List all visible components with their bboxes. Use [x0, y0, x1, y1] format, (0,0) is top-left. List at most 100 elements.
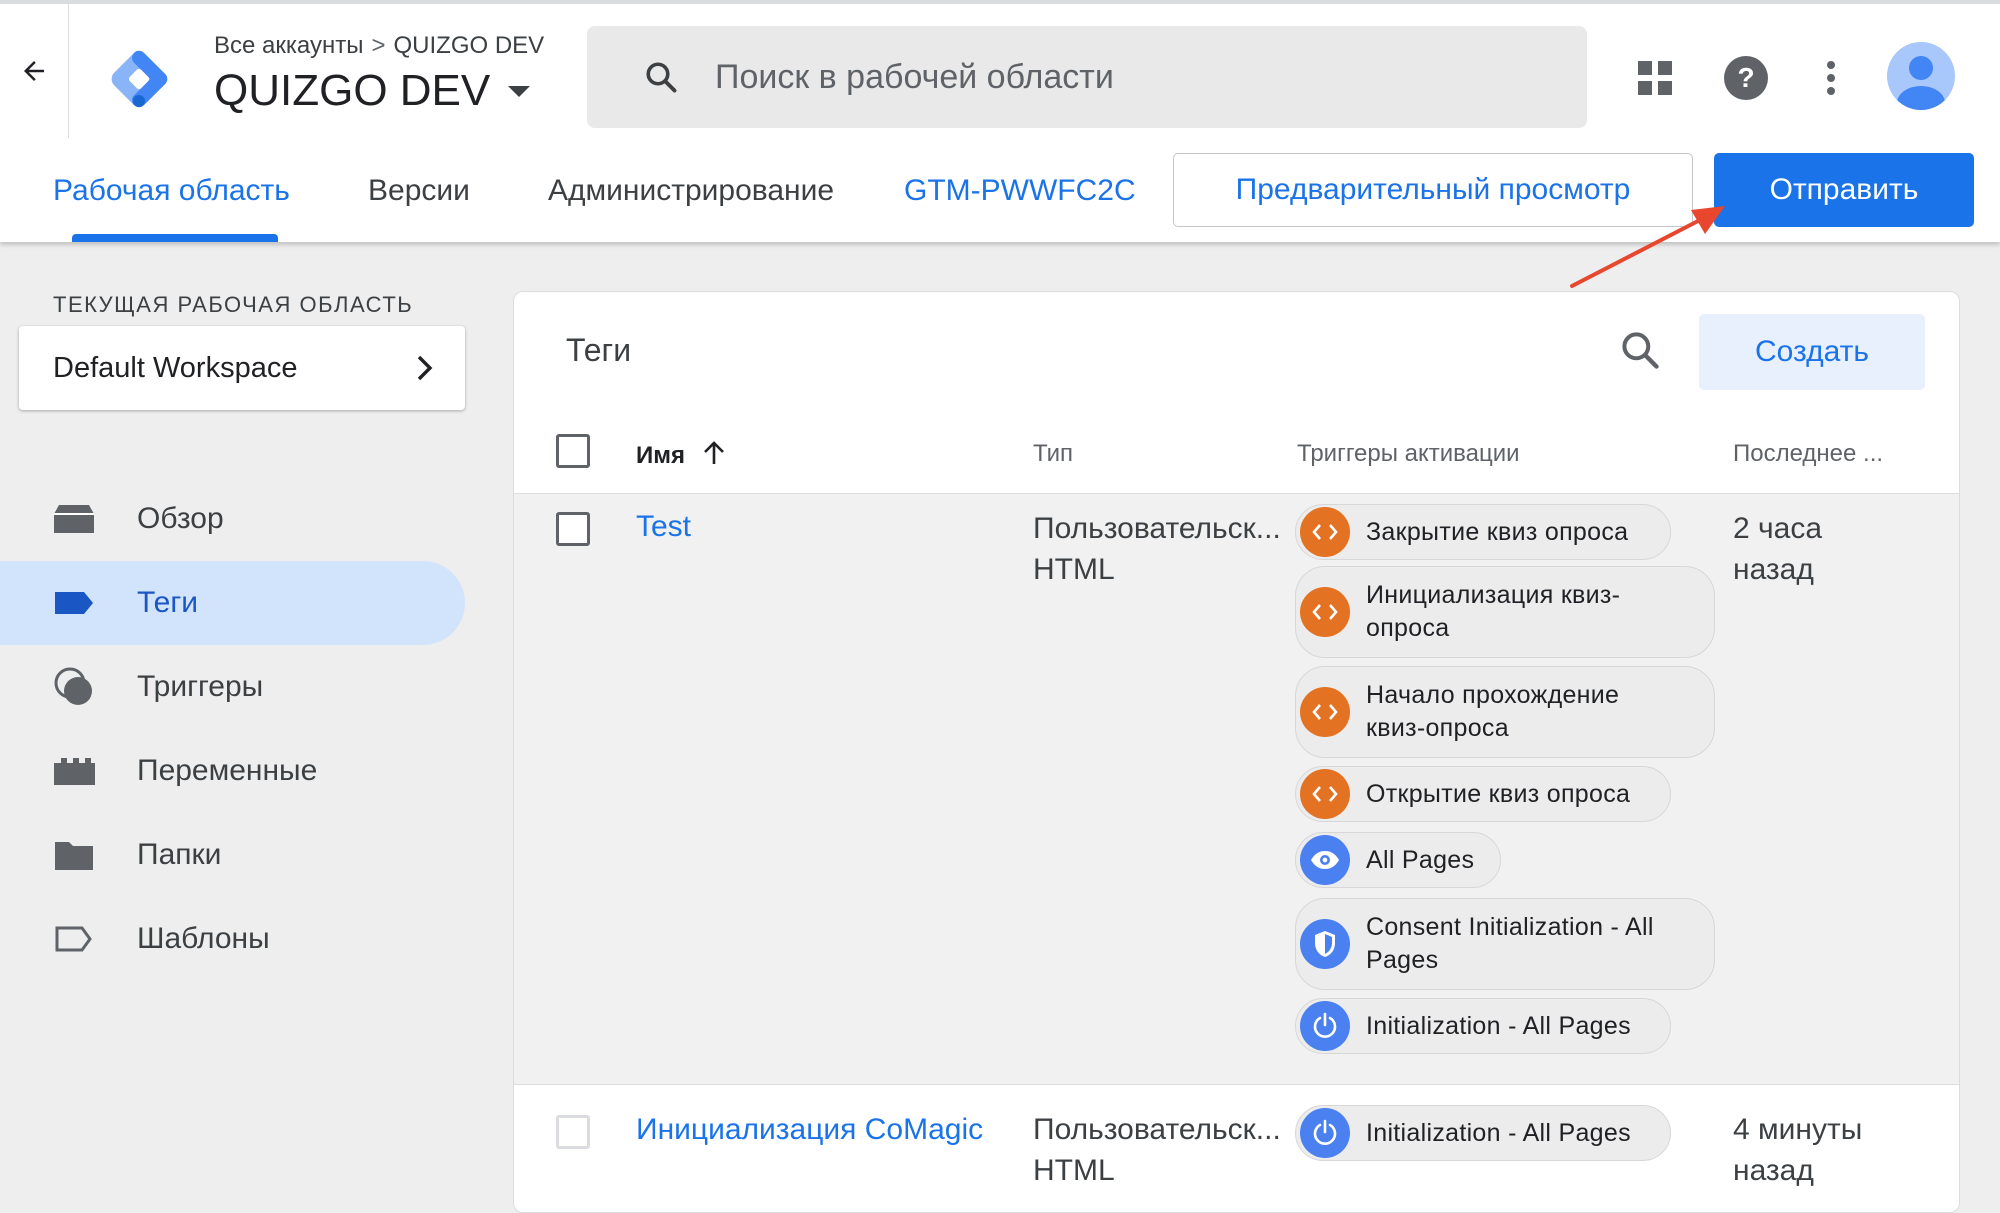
back-button[interactable]: [0, 4, 69, 138]
apps-grid-button[interactable]: [1627, 50, 1683, 106]
trigger-chip[interactable]: Инициализация квиз-опроса: [1295, 566, 1715, 658]
trigger-chip[interactable]: Открытие квиз опроса: [1295, 766, 1671, 822]
trigger-chip-label: Инициализация квиз-опроса: [1366, 581, 1621, 642]
chevron-right-icon: [417, 355, 433, 381]
trigger-chip-label: Закрытие квиз опроса: [1366, 517, 1629, 546]
workspace-search[interactable]: [587, 26, 1587, 128]
tab-workspace[interactable]: Рабочая область: [53, 174, 290, 208]
variables-icon: [52, 751, 96, 791]
container-name: QUIZGO DEV: [214, 66, 491, 115]
shield-icon: [1300, 919, 1350, 969]
search-input[interactable]: [713, 56, 1517, 98]
create-tag-button[interactable]: Создать: [1699, 314, 1925, 390]
trigger-icon: [52, 667, 96, 707]
sidebar-item-overview[interactable]: Обзор: [0, 477, 465, 561]
last-edited: 4 минуты назад: [1733, 1109, 1862, 1191]
tag-name-link[interactable]: Test: [636, 510, 691, 544]
search-icon: [646, 62, 677, 93]
breadcrumb-separator-icon: >: [371, 32, 386, 59]
top-bar: Все аккаунты > QUIZGO DEV QUIZGO DEV ?: [0, 0, 2000, 138]
trigger-chip[interactable]: Закрытие квиз опроса: [1295, 504, 1671, 560]
row-checkbox[interactable]: [556, 1115, 590, 1149]
trigger-chip-label: Consent Initialization - All Pages: [1366, 913, 1654, 974]
sidebar-item-label: Обзор: [137, 502, 224, 535]
table-row[interactable]: Test Пользовательск... HTML Закрытие кви…: [514, 494, 1959, 1084]
select-all-checkbox[interactable]: [556, 434, 590, 468]
container-switcher[interactable]: QUIZGO DEV: [214, 66, 531, 116]
overview-icon: [52, 499, 96, 539]
row-checkbox[interactable]: [556, 512, 590, 546]
eye-icon: [1300, 835, 1350, 885]
trigger-chip[interactable]: Initialization - All Pages: [1295, 1105, 1671, 1161]
last-edited-line: назад: [1733, 553, 1814, 586]
submit-button[interactable]: Отправить: [1714, 153, 1974, 227]
trigger-chip[interactable]: Начало прохождение квиз-опроса: [1295, 666, 1715, 758]
trigger-chip-label: Initialization - All Pages: [1366, 1118, 1631, 1147]
trigger-chip-label: All Pages: [1366, 845, 1475, 874]
help-button[interactable]: ?: [1718, 50, 1774, 106]
arrow-up-icon: [703, 441, 724, 464]
column-header-name-label: Имя: [636, 442, 686, 469]
trigger-chip-label: Открытие квиз опроса: [1366, 779, 1631, 808]
tag-name-link[interactable]: Инициализация CoMagic: [636, 1113, 983, 1147]
more-vert-icon: [1827, 61, 1835, 95]
sidebar-item-templates[interactable]: Шаблоны: [0, 897, 465, 981]
workspace-selector[interactable]: Default Workspace: [19, 326, 465, 410]
last-edited: 2 часа назад: [1733, 508, 1822, 590]
last-edited-line: 2 часа: [1733, 512, 1823, 545]
column-header-name[interactable]: Имя: [636, 440, 726, 470]
column-header-type[interactable]: Тип: [1033, 440, 1073, 468]
tag-type: Пользовательск... HTML: [1033, 508, 1281, 590]
code-icon: [1300, 769, 1350, 819]
workspace-caption: ТЕКУЩАЯ РАБОЧАЯ ОБЛАСТЬ: [53, 292, 414, 317]
breadcrumb-container: QUIZGO DEV: [393, 32, 545, 59]
column-header-triggers[interactable]: Триггеры активации: [1297, 440, 1520, 468]
trigger-chip[interactable]: Consent Initialization - All Pages: [1295, 898, 1715, 990]
code-icon: [1300, 687, 1350, 737]
container-id-link[interactable]: GTM-PWWFC2C: [904, 174, 1136, 208]
tab-admin[interactable]: Администрирование: [548, 174, 834, 208]
sidebar-item-variables[interactable]: Переменные: [0, 729, 465, 813]
caret-down-icon: [508, 85, 531, 97]
tab-versions[interactable]: Версии: [368, 174, 470, 208]
sidebar-item-folders[interactable]: Папки: [0, 813, 465, 897]
template-icon: [52, 919, 96, 959]
last-edited-line: 4 минуты: [1733, 1113, 1863, 1146]
column-header-last-edited[interactable]: Последнее ...: [1733, 440, 1883, 468]
svg-text:?: ?: [1737, 62, 1754, 93]
power-icon: [1300, 1001, 1350, 1051]
gtm-logo-icon[interactable]: [104, 44, 174, 114]
sidebar-item-tags[interactable]: Теги: [0, 561, 465, 645]
more-options-button[interactable]: [1803, 50, 1859, 106]
tags-panel: Теги Создать Имя Тип Триггеры активации …: [513, 291, 1960, 1213]
apps-grid-icon: [1638, 61, 1672, 95]
annotation-arrow-icon: [1570, 206, 1725, 288]
last-edited-line: назад: [1733, 1154, 1814, 1187]
tag-type: Пользовательск... HTML: [1033, 1109, 1281, 1191]
sidebar-item-label: Шаблоны: [137, 922, 270, 955]
breadcrumb-accounts-link[interactable]: Все аккаунты: [214, 32, 363, 59]
code-icon: [1300, 507, 1350, 557]
tag-icon: [52, 583, 96, 623]
trigger-chip-label: Начало прохождение квиз-опроса: [1366, 681, 1620, 742]
sidebar-item-triggers[interactable]: Триггеры: [0, 645, 465, 729]
tag-type-line: Пользовательск...: [1033, 1113, 1281, 1146]
active-tab-indicator: [72, 234, 278, 242]
sidebar-item-label: Папки: [137, 838, 222, 871]
tag-type-line: Пользовательск...: [1033, 512, 1281, 545]
table-row[interactable]: Инициализация CoMagic Пользовательск... …: [514, 1085, 1959, 1212]
trigger-chip[interactable]: All Pages: [1295, 832, 1501, 888]
trigger-chip-label: Initialization - All Pages: [1366, 1011, 1631, 1040]
power-icon: [1300, 1108, 1350, 1158]
help-icon: ?: [1724, 56, 1768, 100]
trigger-chip[interactable]: Initialization - All Pages: [1295, 998, 1671, 1054]
account-avatar[interactable]: [1885, 40, 1957, 112]
tag-type-line: HTML: [1033, 553, 1115, 586]
search-icon[interactable]: [1618, 328, 1662, 372]
sidebar-item-label: Переменные: [137, 754, 318, 787]
sidebar-item-label: Триггеры: [137, 670, 264, 703]
folder-icon: [52, 835, 96, 875]
avatar-icon: [1887, 42, 1955, 110]
workspace-name: Default Workspace: [53, 351, 298, 384]
code-icon: [1300, 587, 1350, 637]
